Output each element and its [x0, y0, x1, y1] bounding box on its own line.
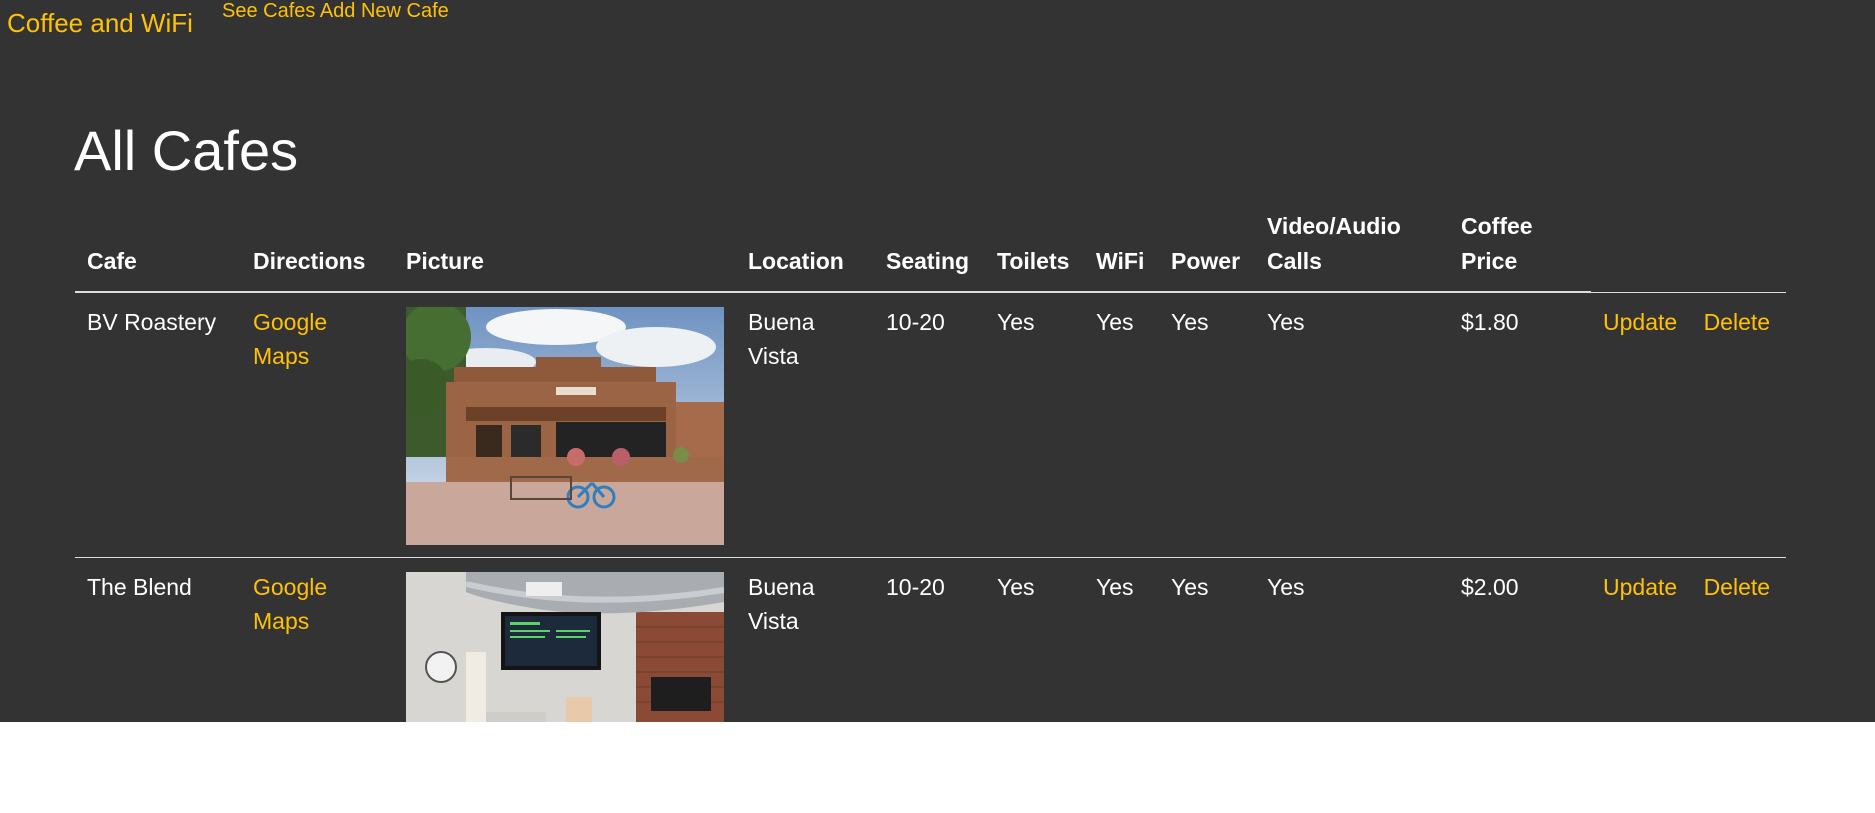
- cafes-table: Cafe Directions Picture Location Seating…: [75, 201, 1786, 722]
- cell-power: Yes: [1159, 292, 1255, 558]
- nav-link-see-cafes[interactable]: See Cafes: [222, 0, 315, 22]
- cell-toilets: Yes: [985, 557, 1084, 722]
- header-calls: Video/Audio Calls: [1255, 201, 1449, 293]
- header-wifi: WiFi: [1084, 201, 1159, 293]
- header-directions: Directions: [241, 201, 394, 293]
- cell-price: $2.00: [1449, 557, 1591, 722]
- cell-location: Buena Vista: [736, 292, 874, 558]
- header-picture: Picture: [394, 201, 736, 293]
- cell-seating: 10-20: [874, 557, 985, 722]
- navbar: Coffee and WiFi See Cafes Add New Cafe: [0, 0, 1875, 40]
- cell-actions: Update Delete: [1591, 557, 1786, 722]
- nav-link-add-new-cafe[interactable]: Add New Cafe: [320, 0, 449, 22]
- cell-picture: [394, 557, 736, 722]
- cell-cafe-name: BV Roastery: [75, 292, 241, 558]
- header-price: Coffee Price: [1449, 201, 1591, 293]
- table-row: The Blend Google Maps Buena Vista 10-20 …: [75, 557, 1786, 722]
- header-actions: [1591, 201, 1786, 293]
- update-link[interactable]: Update: [1603, 309, 1677, 335]
- cell-wifi: Yes: [1084, 292, 1159, 558]
- cell-actions: Update Delete: [1591, 292, 1786, 558]
- header-seating: Seating: [874, 201, 985, 293]
- cell-location: Buena Vista: [736, 557, 874, 722]
- cell-seating: 10-20: [874, 292, 985, 558]
- page-title: All Cafes: [74, 119, 299, 182]
- cell-power: Yes: [1159, 557, 1255, 722]
- cell-calls: Yes: [1255, 557, 1449, 722]
- cell-price: $1.80: [1449, 292, 1591, 558]
- delete-link[interactable]: Delete: [1704, 309, 1770, 335]
- page: Coffee and WiFi See Cafes Add New Cafe A…: [0, 0, 1875, 722]
- cell-calls: Yes: [1255, 292, 1449, 558]
- cell-wifi: Yes: [1084, 557, 1159, 722]
- brand-link[interactable]: Coffee and WiFi: [7, 8, 193, 39]
- nav-links: See Cafes Add New Cafe: [222, 0, 449, 23]
- delete-link[interactable]: Delete: [1704, 574, 1770, 600]
- directions-link[interactable]: Google Maps: [253, 574, 327, 634]
- header-location: Location: [736, 201, 874, 293]
- table-row: BV Roastery Google Maps Buena Vista 10-2…: [75, 292, 1786, 558]
- directions-link[interactable]: Google Maps: [253, 309, 327, 369]
- cafe-interior-photo: [406, 572, 724, 722]
- header-power: Power: [1159, 201, 1255, 293]
- header-cafe: Cafe: [75, 201, 241, 293]
- cell-picture: [394, 292, 736, 558]
- cell-cafe-name: The Blend: [75, 557, 241, 722]
- update-link[interactable]: Update: [1603, 574, 1677, 600]
- cafe-exterior-photo: [406, 307, 724, 545]
- header-toilets: Toilets: [985, 201, 1084, 293]
- cell-toilets: Yes: [985, 292, 1084, 558]
- table-header-row: Cafe Directions Picture Location Seating…: [75, 201, 1786, 293]
